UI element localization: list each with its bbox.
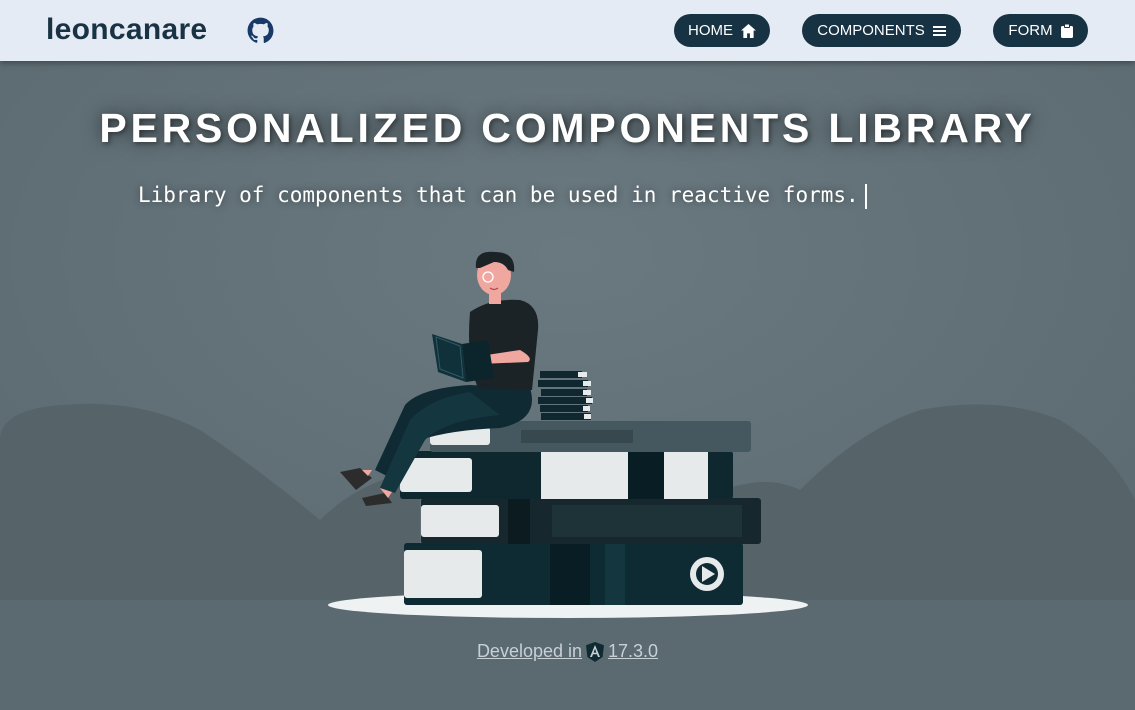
footer: Developed in 17.3.0 xyxy=(0,641,1135,662)
book-bottom xyxy=(404,543,743,605)
github-icon[interactable] xyxy=(247,17,274,44)
form-label: FORM xyxy=(1008,22,1053,39)
footer-prefix: Developed in xyxy=(476,641,583,661)
book-third xyxy=(400,451,733,499)
developed-in-link[interactable]: Developed in 17.3.0 xyxy=(477,641,658,662)
home-icon xyxy=(741,23,756,38)
brand-name[interactable]: leoncanare xyxy=(46,13,207,47)
angular-icon xyxy=(586,641,605,662)
home-button[interactable]: HOME xyxy=(674,14,770,47)
form-button[interactable]: FORM xyxy=(993,14,1088,47)
book-second xyxy=(421,498,761,544)
navbar: leoncanare HOME COMPONENTS FORM xyxy=(0,0,1135,61)
clipboard-icon xyxy=(1060,23,1073,38)
components-button[interactable]: COMPONENTS xyxy=(802,14,961,47)
home-label: HOME xyxy=(688,22,733,39)
components-label: COMPONENTS xyxy=(817,22,925,39)
page-subtitle: Library of components that can be used i… xyxy=(138,183,867,209)
subtitle-text: Library of components that can be used i… xyxy=(138,183,859,207)
page-title: PERSONALIZED COMPONENTS LIBRARY xyxy=(99,105,1036,151)
typing-cursor xyxy=(864,183,867,209)
menu-icon xyxy=(932,25,946,36)
footer-version: 17.3.0 xyxy=(608,641,659,661)
